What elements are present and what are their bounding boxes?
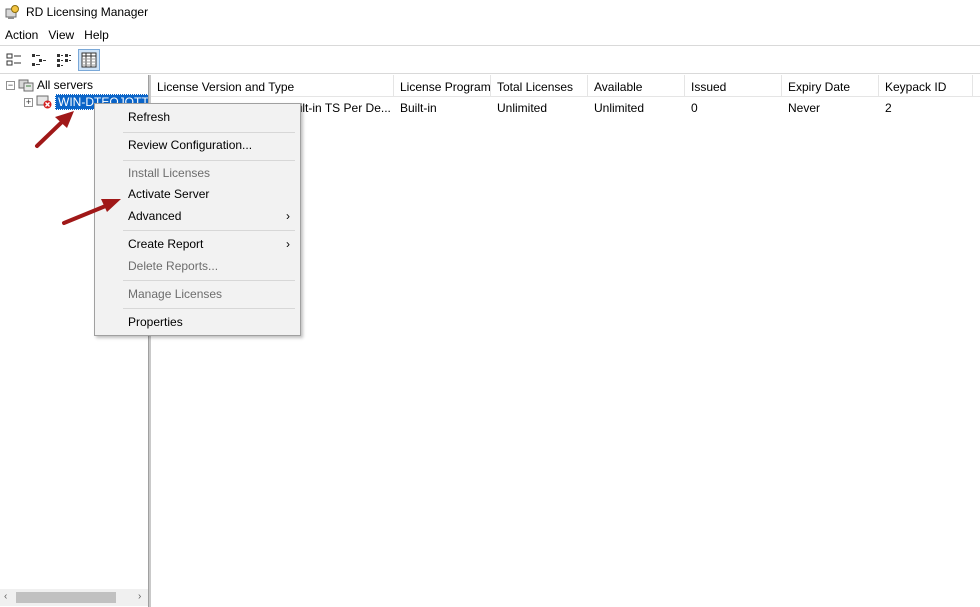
menu-item-activate-server[interactable]: Activate Server <box>95 184 300 205</box>
detail-view-icon <box>81 52 97 67</box>
tree-node-all-servers[interactable]: − All servers <box>6 77 93 93</box>
list-view-button[interactable] <box>53 49 75 71</box>
menu-item-install-licenses: Install Licenses <box>128 166 211 180</box>
column-license-version[interactable]: License Version and Type <box>151 75 394 97</box>
scroll-thumb[interactable] <box>16 592 116 603</box>
menu-action[interactable]: Action <box>0 28 43 42</box>
menu-item-properties[interactable]: Properties <box>95 312 300 333</box>
toolbar <box>0 45 980 74</box>
menu-item-manage-licenses: Manage Licenses <box>128 287 223 301</box>
window-title: RD Licensing Manager <box>26 4 149 19</box>
submenu-arrow-icon: › <box>286 209 290 223</box>
column-issued[interactable]: Issued <box>685 75 782 97</box>
large-icons-view-button[interactable] <box>3 49 25 71</box>
column-expiry-date[interactable]: Expiry Date <box>782 75 879 97</box>
menu-item-refresh[interactable]: Refresh <box>95 107 300 128</box>
server-tree-icon <box>18 78 34 92</box>
list-view-icon <box>57 53 71 67</box>
menu-item-advanced[interactable]: Advanced › <box>95 206 300 227</box>
menu-bar: Action View Help <box>0 26 114 44</box>
cell-expiry-date: Never <box>788 101 821 115</box>
cell-issued: 0 <box>691 101 698 115</box>
cell-license-program: Built-in <box>400 101 437 115</box>
menu-separator <box>123 280 295 281</box>
cell-total-licenses: Unlimited <box>497 101 548 115</box>
small-icons-view-button[interactable] <box>28 49 50 71</box>
menu-separator <box>123 230 295 231</box>
menu-item-advanced-label: Advanced <box>128 209 182 223</box>
detail-view-button[interactable] <box>78 48 100 71</box>
column-license-program[interactable]: License Program <box>394 75 491 97</box>
menu-item-create-report-label: Create Report <box>128 237 204 251</box>
submenu-arrow-icon: › <box>286 237 290 251</box>
server-error-icon <box>36 95 52 109</box>
cell-available: Unlimited <box>594 101 645 115</box>
menu-view[interactable]: View <box>43 28 79 42</box>
list-header: License Version and Type License Program… <box>151 75 980 97</box>
expand-toggle[interactable]: + <box>24 97 33 107</box>
small-icons-icon <box>32 53 46 66</box>
menu-separator <box>123 308 295 309</box>
cell-keypack-id: 2 <box>885 101 892 115</box>
menu-separator <box>123 160 295 161</box>
context-menu: Refresh Review Configuration... Install … <box>94 103 301 336</box>
tree-label-all-servers: All servers <box>37 78 94 92</box>
column-available[interactable]: Available <box>588 75 685 97</box>
large-icons-icon <box>6 53 21 65</box>
column-keypack-id[interactable]: Keypack ID <box>879 75 973 97</box>
collapse-toggle[interactable]: − <box>6 80 15 90</box>
column-total-licenses[interactable]: Total Licenses <box>491 75 588 97</box>
menu-separator <box>123 132 295 133</box>
menu-help[interactable]: Help <box>79 28 114 42</box>
licensing-app-icon <box>4 4 20 20</box>
menu-item-create-report[interactable]: Create Report › <box>95 234 300 255</box>
tree-horizontal-scrollbar[interactable]: ‹ › <box>0 589 148 606</box>
menu-item-delete-reports: Delete Reports... <box>128 259 219 273</box>
title-bar: RD Licensing Manager <box>0 0 980 23</box>
scroll-right-icon[interactable]: › <box>138 591 141 602</box>
menu-item-review-configuration[interactable]: Review Configuration... <box>95 135 300 156</box>
scroll-left-icon[interactable]: ‹ <box>4 591 7 602</box>
